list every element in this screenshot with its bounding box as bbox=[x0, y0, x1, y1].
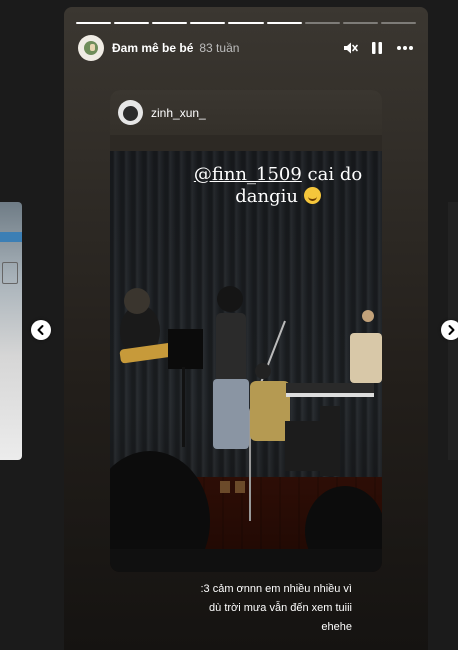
caption-line: dù trời mưa vẫn đến xem tuiii bbox=[209, 602, 352, 614]
story-viewer[interactable]: Đam mê be bé 83 tuần zinh_xun_ @finn_150… bbox=[64, 7, 428, 650]
avatar[interactable] bbox=[78, 35, 104, 61]
progress-segment bbox=[380, 22, 416, 24]
progress-segment bbox=[304, 22, 340, 24]
previous-story-thumbnail[interactable] bbox=[0, 202, 22, 460]
progress-segment bbox=[342, 22, 378, 24]
next-story-button[interactable] bbox=[441, 320, 458, 340]
story-progress-bar bbox=[76, 22, 416, 24]
embed-username[interactable]: zinh_xun_ bbox=[151, 106, 206, 120]
caption-line: ehehe bbox=[321, 621, 352, 633]
progress-segment bbox=[76, 22, 112, 24]
story-overlay-text: @finn_1509 cai do dangiu bbox=[188, 164, 368, 208]
previous-story-button[interactable] bbox=[31, 320, 51, 340]
embed-avatar[interactable] bbox=[118, 100, 143, 125]
story-timestamp: 83 tuần bbox=[199, 41, 240, 55]
pause-icon[interactable] bbox=[370, 40, 384, 56]
pleading-face-emoji-icon bbox=[303, 187, 321, 204]
mute-icon[interactable] bbox=[342, 40, 358, 56]
chevron-left-icon bbox=[37, 325, 44, 335]
more-icon[interactable] bbox=[396, 40, 414, 56]
story-photo: @finn_1509 cai do dangiu bbox=[110, 151, 382, 572]
progress-segment bbox=[266, 22, 302, 24]
progress-segment bbox=[114, 22, 150, 24]
reshared-story-header: zinh_xun_ bbox=[110, 90, 382, 135]
reshared-story-card[interactable]: zinh_xun_ @finn_1509 cai do dangiu bbox=[110, 90, 382, 572]
caption-line: :3 cảm ơnnn em nhiều nhiều vì bbox=[200, 583, 352, 595]
progress-segment bbox=[228, 22, 264, 24]
story-header: Đam mê be bé 83 tuần bbox=[78, 35, 414, 61]
progress-segment bbox=[190, 22, 226, 24]
concert-scene-image bbox=[110, 286, 382, 572]
mention-link[interactable]: @finn_1509 bbox=[194, 164, 302, 185]
progress-segment bbox=[152, 22, 188, 24]
story-caption: :3 cảm ơnnn em nhiều nhiều vì dù trời mư… bbox=[200, 580, 352, 637]
chevron-right-icon bbox=[448, 325, 455, 335]
story-username[interactable]: Đam mê be bé bbox=[112, 41, 193, 55]
